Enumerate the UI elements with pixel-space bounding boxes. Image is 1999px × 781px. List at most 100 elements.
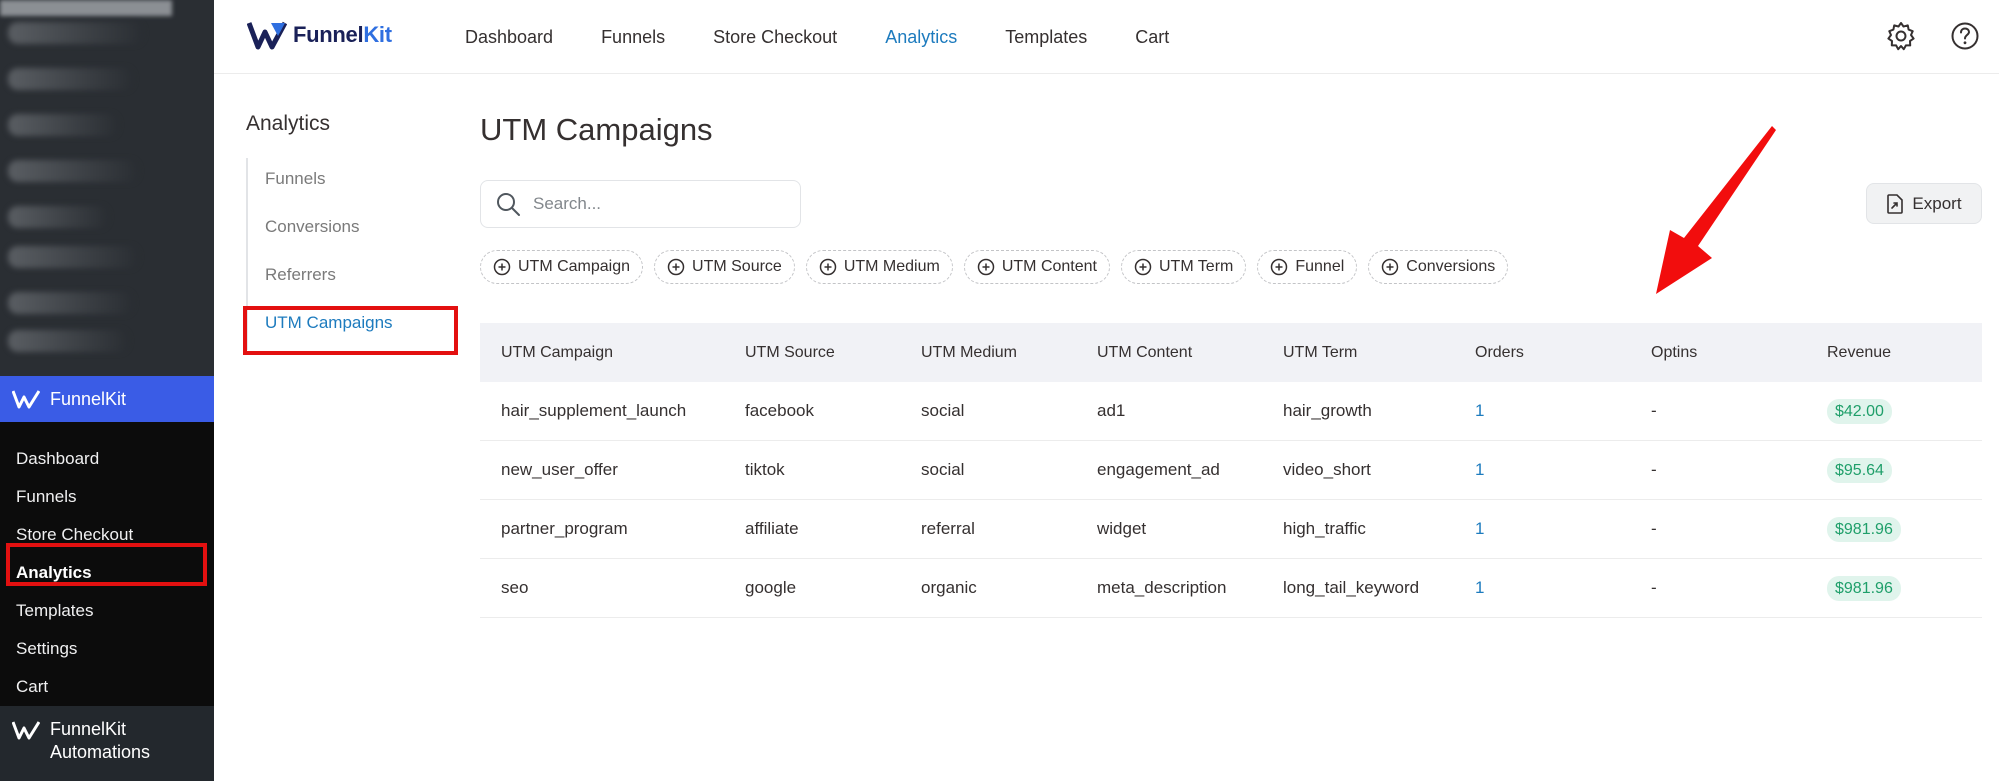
cell-optins: - xyxy=(1651,578,1657,597)
revenue-badge: $95.64 xyxy=(1827,458,1892,483)
cell-medium: referral xyxy=(921,519,975,538)
wp-menu-dashboard[interactable]: Dashboard xyxy=(0,440,214,478)
cell-source: affiliate xyxy=(745,519,799,538)
column-header[interactable]: UTM Term xyxy=(1283,344,1357,362)
subnav-funnels[interactable]: Funnels xyxy=(248,158,456,206)
table-row: hair_supplement_launch facebook social a… xyxy=(480,382,1982,441)
top-header: FunnelKit Dashboard Funnels Store Checko… xyxy=(214,0,1999,74)
column-header[interactable]: UTM Medium xyxy=(921,344,1017,362)
cell-campaign: hair_supplement_launch xyxy=(501,401,687,420)
filter-conversions[interactable]: Conversions xyxy=(1368,250,1509,284)
cell-term: video_short xyxy=(1283,460,1371,479)
cell-source: facebook xyxy=(745,401,814,420)
nav-cart[interactable]: Cart xyxy=(1135,27,1169,48)
column-header[interactable]: UTM Campaign xyxy=(501,344,613,362)
cell-orders-link[interactable]: 1 xyxy=(1475,401,1484,421)
column-header[interactable]: Optins xyxy=(1651,344,1697,362)
cell-content: meta_description xyxy=(1097,578,1227,597)
cell-term: hair_growth xyxy=(1283,401,1372,420)
column-header[interactable]: Revenue xyxy=(1827,344,1891,362)
cell-optins: - xyxy=(1651,519,1657,538)
search-icon xyxy=(497,193,520,216)
cell-optins: - xyxy=(1651,460,1657,479)
wp-menu-funnels[interactable]: Funnels xyxy=(0,478,214,516)
column-header[interactable]: Orders xyxy=(1475,344,1524,362)
nav-funnels[interactable]: Funnels xyxy=(601,27,665,48)
plus-circle-icon xyxy=(1134,258,1152,276)
cell-content: engagement_ad xyxy=(1097,460,1220,479)
analytics-nav-title: Analytics xyxy=(246,112,331,135)
plus-circle-icon xyxy=(1382,258,1399,276)
cell-medium: organic xyxy=(921,578,977,597)
cell-content: ad1 xyxy=(1097,401,1126,420)
cell-campaign: partner_program xyxy=(501,519,628,538)
search-input[interactable] xyxy=(533,194,783,214)
wp-admin-sidebar: FunnelKit Dashboard Funnels Store Checko… xyxy=(0,0,214,781)
wp-menu-cart[interactable]: Cart xyxy=(0,668,214,706)
funnelkit-automations-menu[interactable]: FunnelKit Automations xyxy=(0,706,214,781)
utm-campaigns-table: UTM Campaign UTM Source UTM Medium UTM C… xyxy=(480,323,1982,618)
plus-circle-icon xyxy=(493,258,511,276)
table-header: UTM Campaign UTM Source UTM Medium UTM C… xyxy=(480,323,1982,382)
revenue-badge: $42.00 xyxy=(1827,399,1892,424)
filter-utm-term[interactable]: UTM Term xyxy=(1120,250,1247,284)
help-icon[interactable] xyxy=(1949,20,1981,52)
plus-circle-icon xyxy=(1271,258,1288,276)
highlight-box-utm-campaigns xyxy=(243,306,458,355)
gear-icon[interactable] xyxy=(1885,20,1917,52)
revenue-badge: $981.96 xyxy=(1827,576,1901,601)
cell-orders-link[interactable]: 1 xyxy=(1475,460,1484,480)
export-button[interactable]: Export xyxy=(1866,183,1982,224)
nav-dashboard[interactable]: Dashboard xyxy=(465,27,553,48)
cell-medium: social xyxy=(921,401,965,420)
cell-orders-link[interactable]: 1 xyxy=(1475,519,1484,539)
search-box[interactable] xyxy=(480,180,801,228)
wp-menu-settings[interactable]: Settings xyxy=(0,630,214,668)
top-nav: Dashboard Funnels Store Checkout Analyti… xyxy=(465,0,1217,74)
filter-utm-medium[interactable]: UTM Medium xyxy=(805,250,953,284)
cell-orders-link[interactable]: 1 xyxy=(1475,578,1484,598)
filter-utm-content[interactable]: UTM Content xyxy=(963,250,1110,284)
nav-store-checkout[interactable]: Store Checkout xyxy=(713,27,837,48)
funnelkit-menu-header[interactable]: FunnelKit xyxy=(0,376,214,422)
subnav-referrers[interactable]: Referrers xyxy=(248,254,456,302)
cell-source: tiktok xyxy=(745,460,785,479)
automations-logo-icon xyxy=(12,721,40,740)
column-header[interactable]: UTM Source xyxy=(745,344,835,362)
cell-content: widget xyxy=(1097,519,1147,538)
funnelkit-logo-icon xyxy=(12,390,40,409)
cell-medium: social xyxy=(921,460,965,479)
nav-analytics[interactable]: Analytics xyxy=(885,27,957,48)
funnelkit-logo[interactable]: FunnelKit xyxy=(247,20,392,50)
subnav-conversions[interactable]: Conversions xyxy=(248,206,456,254)
filter-utm-campaign[interactable]: UTM Campaign xyxy=(480,250,644,284)
table-row: partner_program affiliate referral widge… xyxy=(480,500,1982,559)
filter-utm-source[interactable]: UTM Source xyxy=(654,250,795,284)
cell-campaign: seo xyxy=(501,578,529,597)
blurred-menu-area xyxy=(0,0,214,376)
wp-menu-templates[interactable]: Templates xyxy=(0,592,214,630)
cell-term: long_tail_keyword xyxy=(1283,578,1420,597)
funnelkit-logo-mark-icon xyxy=(247,21,287,50)
cell-campaign: new_user_offer xyxy=(501,460,618,479)
page-title: UTM Campaigns xyxy=(480,112,713,147)
filter-funnel[interactable]: Funnel xyxy=(1257,250,1358,284)
revenue-badge: $981.96 xyxy=(1827,517,1901,542)
cell-optins: - xyxy=(1651,401,1657,420)
export-label: Export xyxy=(1912,193,1962,213)
cell-source: google xyxy=(745,578,797,597)
column-header[interactable]: UTM Content xyxy=(1097,344,1192,362)
filter-chips: UTM Campaign UTM Source UTM Medium UTM C… xyxy=(480,250,1519,284)
highlight-box-analytics xyxy=(6,543,207,586)
table-row: seo google organic meta_description long… xyxy=(480,559,1982,618)
plus-circle-icon xyxy=(977,258,995,276)
cell-term: high_traffic xyxy=(1283,519,1366,538)
annotation-arrow-icon xyxy=(1656,126,1776,294)
nav-templates[interactable]: Templates xyxy=(1005,27,1087,48)
automations-label-line1: FunnelKit xyxy=(50,719,127,739)
automations-label-line2: Automations xyxy=(50,742,151,762)
logo-text: FunnelKit xyxy=(293,22,392,47)
export-icon xyxy=(1887,193,1904,214)
table-row: new_user_offer tiktok social engagement_… xyxy=(480,441,1982,500)
plus-circle-icon xyxy=(819,258,837,276)
